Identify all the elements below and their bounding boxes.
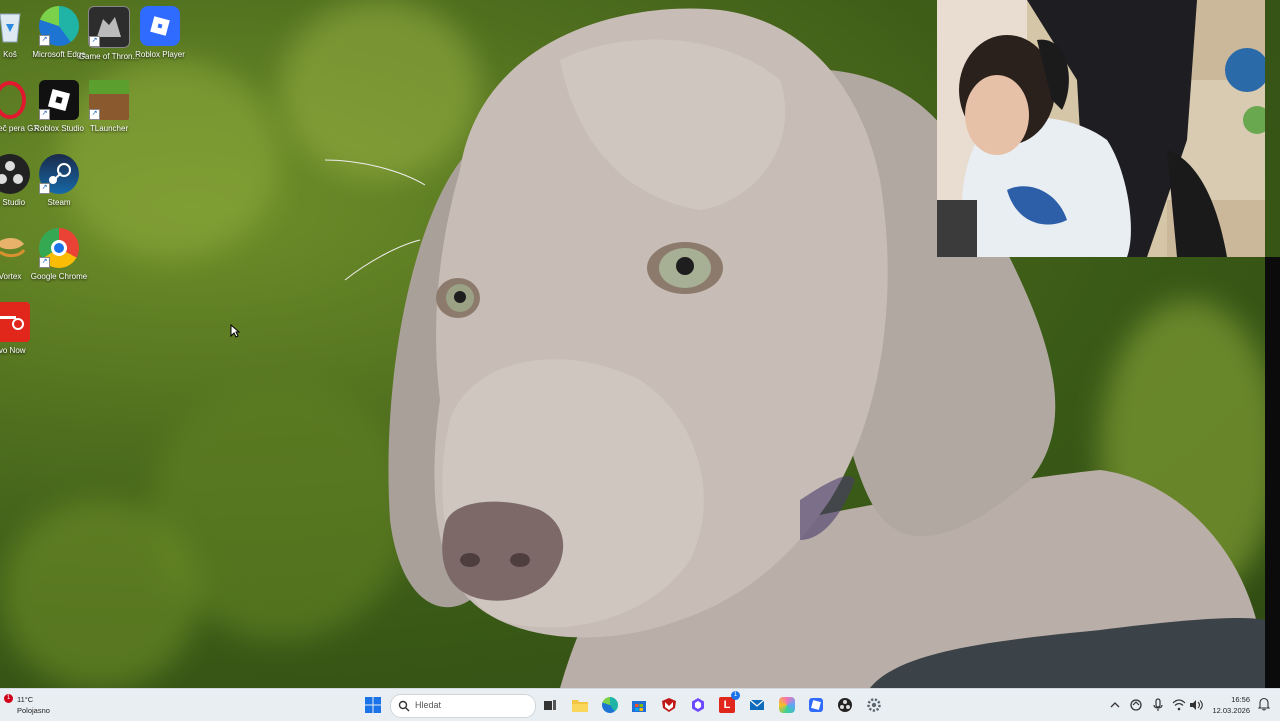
shortcut-arrow-icon: ↗ [89,36,100,47]
bell-icon [1257,697,1271,711]
copilot-icon [779,697,795,713]
clock-date: 12.03.2026 [1212,706,1250,715]
notification-bell-button[interactable] [1257,697,1272,713]
taskbar: 1 11°C Polojasno Hledat L 1 16:56 12.03.… [0,688,1280,721]
recycle-bin-icon [0,13,21,43]
desktop-icon-label: Roblox Player [135,50,185,59]
shortcut-arrow-icon: ↗ [89,109,100,120]
hexagon-icon [692,698,704,712]
shield-icon [662,698,676,712]
notification-count-badge: 1 [731,691,740,700]
webcam-feed-image [937,0,1265,257]
clock[interactable]: 16:56 12.03.2026 [1208,693,1254,717]
desktop-icon-label: ovo Now [0,346,26,355]
taskbar-outlook[interactable] [746,694,768,716]
edge-icon [602,697,618,713]
weather-description: Polojasno [17,706,50,715]
steam-icon: ↗ [39,154,79,194]
taskbar-file-explorer[interactable] [569,694,591,716]
taskbar-settings[interactable] [863,694,885,716]
taskbar-roblox[interactable] [805,694,827,716]
taskbar-obs[interactable] [834,694,856,716]
wolf-sigil-icon: ↗ [88,6,130,48]
desktop-icon-label: Steam [47,198,71,207]
desktop-icon-tlauncher[interactable]: ↗ TLauncher [77,80,141,134]
obs-icon [0,154,30,194]
show-hidden-icons-button[interactable] [1107,694,1123,716]
tray-wifi[interactable] [1170,694,1188,716]
screen-edge-bar [1265,257,1280,688]
task-view-icon [544,700,556,710]
taskbar-lenovo-app[interactable]: L 1 [716,691,740,716]
shortcut-arrow-icon: ↗ [39,109,50,120]
clock-time: 16:56 [1231,695,1250,704]
chevron-up-icon [1110,702,1120,708]
store-icon [632,701,646,712]
speaker-icon [1190,700,1203,710]
shortcut-arrow-icon: ↗ [39,183,50,194]
mail-icon [749,699,765,710]
roblox-icon [809,698,823,712]
obs-icon [838,698,852,712]
weather-temperature: 11°C [17,695,34,704]
desktop-icon-roblox-player[interactable]: Roblox Player [128,6,192,60]
mouse-cursor-icon [230,324,240,338]
desktop-icon-lenovo-now[interactable]: ovo Now [0,302,42,356]
shortcut-arrow-icon: ↗ [39,35,50,46]
folder-icon [572,700,588,712]
shortcut-arrow-icon: ↗ [39,257,50,268]
desktop-icon-google-chrome[interactable]: ↗ Google Chrome [27,228,91,282]
taskbar-proton-vpn[interactable] [687,694,709,716]
chrome-icon: ↗ [39,228,79,268]
desktop-icon-steam[interactable]: ↗ Steam [27,154,91,208]
wifi-icon [1172,699,1186,711]
taskbar-copilot[interactable] [776,694,798,716]
weather-widget[interactable]: 1 11°C Polojasno [2,692,72,718]
gear-icon [867,698,881,712]
search-placeholder: Hledat [415,700,442,710]
desktop-icon-label: Google Chrome [30,272,88,281]
tray-onedrive[interactable] [1127,694,1145,716]
grass-block-icon: ↗ [89,80,129,120]
microphone-icon [1153,698,1163,711]
vortex-icon [0,228,30,268]
cloud-sync-icon [1130,699,1142,711]
opera-gx-icon [0,80,30,120]
start-button[interactable] [362,694,384,716]
lenovo-now-icon [0,302,30,342]
task-view-button[interactable] [539,694,561,716]
windows-logo-icon [365,697,381,713]
taskbar-microsoft-store[interactable] [628,694,650,716]
roblox-studio-icon: ↗ [39,80,79,120]
taskbar-edge[interactable] [599,694,621,716]
roblox-player-icon [140,6,180,46]
desktop-icon-label: TLauncher [89,124,129,133]
search-icon [398,700,410,712]
taskbar-mcafee[interactable] [658,694,680,716]
tray-microphone[interactable] [1149,694,1167,716]
tray-volume[interactable] [1187,694,1205,716]
weather-alert-badge: 1 [4,694,13,703]
edge-icon: ↗ [39,6,79,46]
webcam-overlay [937,0,1265,257]
taskbar-search-box[interactable]: Hledat [390,694,536,718]
